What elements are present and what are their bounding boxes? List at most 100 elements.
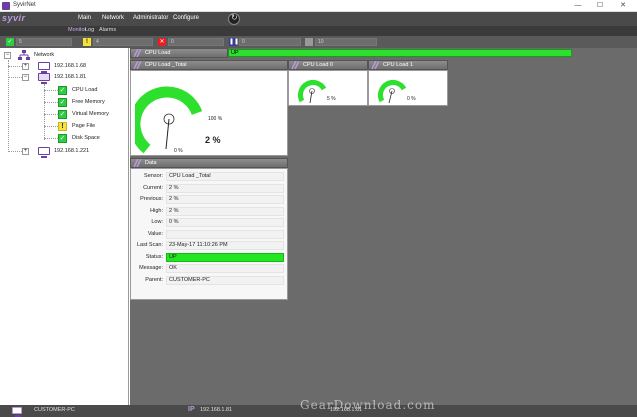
app-icon [2,2,10,10]
tree-sensor-cpu-load[interactable]: ✓ CPU Load [0,85,128,96]
gauge-total-value: 2 % [205,135,221,145]
collapse-icon[interactable]: − [4,52,11,59]
data-panel-header: Data [130,158,288,168]
close-button[interactable]: ✕ [613,1,633,11]
data-val-previous: 2 % [166,195,284,204]
gauge-total-dial [135,86,203,154]
check-icon: ✓ [58,98,67,107]
tree-node-label: 192.168.1.221 [54,148,90,154]
ok-count-box [16,38,72,46]
tree-node-label: 192.168.1.68 [54,63,87,69]
tree-sensor-free-memory[interactable]: ✓ Free Memory [0,97,128,108]
data-val-low: 0 % [166,218,284,227]
tree-node-192-168-1-221[interactable]: + 192.168.1.221 [0,146,128,158]
tree-node-label: 192.168.1.81 [54,74,87,80]
tree-connector [44,90,58,91]
slash-icon [133,61,141,69]
gauge-cpu1-value: 0 % [407,96,416,102]
data-key-sensor: Sensor: [144,173,163,179]
bottom-computer-name: CUSTOMER-PC [34,407,75,413]
warning-icon[interactable]: ! [83,38,91,46]
tree-root-label: Network [34,52,55,58]
tab-alarms[interactable]: Alarms [99,27,116,33]
sensor-label: Page File [72,123,96,129]
network-tree: − Network + 192.168.1.68 − 192.168.1.81 … [0,48,129,405]
tree-connector [8,151,22,152]
data-val-value [166,230,284,239]
tree-node-192-168-1-68[interactable]: + 192.168.1.68 [0,61,128,73]
menu-main[interactable]: Main [78,15,91,21]
error-icon[interactable]: ✕ [158,38,166,46]
computer-icon [12,407,22,417]
gauge-cpu0-value: 5 % [327,96,336,102]
gauge-cpu0-title: CPU Load 0 [303,62,333,68]
network-icon [18,50,30,60]
unknown-icon[interactable] [305,38,313,46]
pause-icon[interactable]: ❚❚ [229,38,239,46]
data-key-low: Low: [151,219,163,225]
tree-connector [8,77,22,78]
error-count: 0 [171,39,174,45]
computer-icon [38,62,50,73]
tree-sensor-page-file[interactable]: ! Page File [0,121,128,132]
paused-count-box [239,38,301,46]
check-icon: ✓ [58,134,67,143]
tree-connector [44,102,58,103]
minimize-button[interactable]: — [568,1,588,11]
tree-connector [8,66,22,67]
tree-sensor-disk-space[interactable]: ✓ Disk Space [0,133,128,144]
data-val-sensor: CPU Load _Total [166,172,284,181]
data-key-current: Current: [143,185,163,191]
data-val-parent: CUSTOMER-PC [166,276,284,285]
gauge-total-max: 100 % [208,116,223,122]
tab-monitor[interactable]: Monitor [68,27,86,33]
check-icon: ✓ [58,86,67,95]
tree-root-row[interactable]: − Network [0,50,128,61]
data-key-message: Message: [139,265,163,271]
unknown-count-box [315,38,377,46]
expand-icon[interactable]: + [22,148,29,155]
data-key-value: Value: [147,231,163,237]
gauge-cpu0-header: CPU Load 0 [288,60,368,70]
tree-connector [44,126,58,127]
gauge-cpu0-panel: 5 % [288,70,368,106]
ok-count: 5 [19,39,22,45]
gauge-total-title: CPU Load _Total [145,62,187,68]
tree-sensor-virtual-memory[interactable]: ✓ Virtual Memory [0,109,128,120]
collapse-icon[interactable]: − [22,74,29,81]
data-key-previous: Previous: [140,196,163,202]
unknown-count: 10 [318,39,324,45]
uptime-status-bar: UP [228,49,572,57]
app-logo: syvir [2,13,26,23]
refresh-icon[interactable] [228,13,240,25]
tab-log[interactable]: Log [85,27,94,33]
menu-network[interactable]: Network [102,15,124,21]
menu-administrator[interactable]: Administrator [133,15,168,21]
paused-count: 0 [242,39,245,45]
data-panel: Sensor: CPU Load _Total Current: 2 % Pre… [130,168,288,300]
ip-icon: IP [188,406,195,413]
main-content: CPU Load UP CPU Load _Total 100 % 2 % 0 … [130,48,637,405]
gauge-cpu1-dial [377,79,407,104]
sensor-label: Free Memory [72,99,105,105]
main-menubar: syvir Main Network Administrator Configu… [0,12,637,26]
tree-node-192-168-1-81[interactable]: − 192.168.1.81 [0,72,128,84]
slash-icon [133,49,141,57]
data-key-parent: Parent: [145,277,163,283]
data-panel-title: Data [145,160,157,166]
error-count-box [168,38,224,46]
menu-configure[interactable]: Configure [173,15,199,21]
status-summary-bar: ✓ 5 ! 4 ✕ 0 ❚❚ 0 10 [0,36,637,48]
computer-icon [38,73,50,84]
check-icon[interactable]: ✓ [6,38,14,46]
data-val-high: 2 % [166,207,284,216]
gauge-cpu0-dial [297,79,327,104]
gauge-cpu1-panel: 0 % [368,70,448,106]
expand-icon[interactable]: + [22,63,29,70]
warn-count-box [93,38,153,46]
gauge-total-min: 0 % [174,148,183,154]
bottom-ip: 192.168.1.81 [200,407,233,413]
gauge-cpu1-title: CPU Load 1 [383,62,413,68]
maximize-button[interactable]: ☐ [590,1,610,11]
tree-connector [44,114,58,115]
